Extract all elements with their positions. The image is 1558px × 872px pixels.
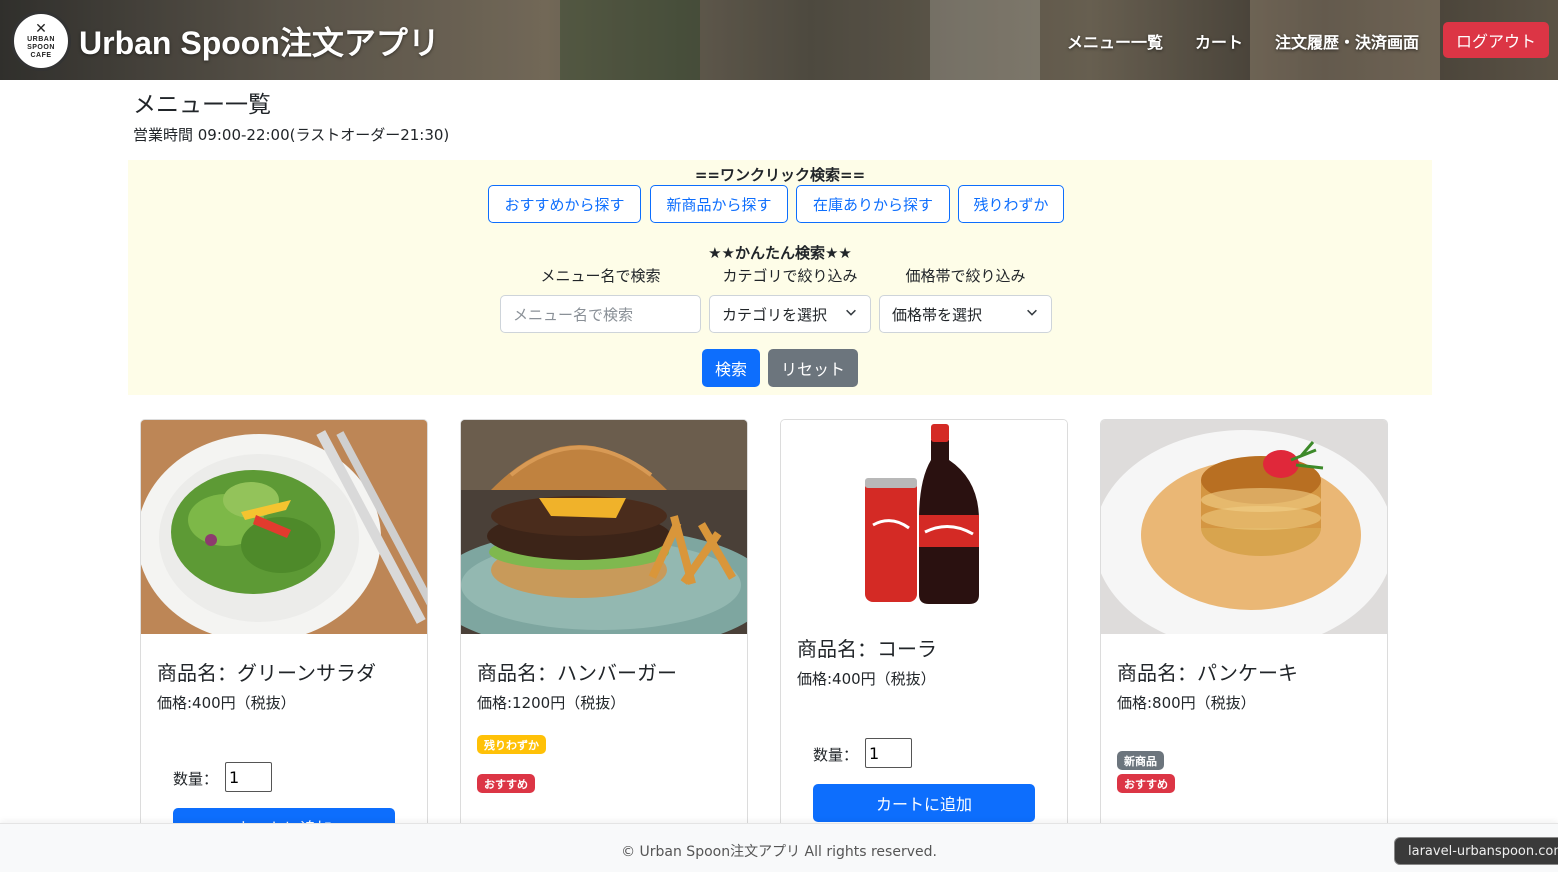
search-panel: ==ワンクリック検索== おすすめから探す 新商品から探す 在庫ありから探す 残… [128,160,1432,395]
product-card: 商品名：グリーンサラダ 価格:400円（税抜） 数量： 1 カートに追加 [140,419,428,849]
product-card: 商品名：コーラ 価格:400円（税抜） 数量： 1 カートに追加 [780,419,1068,849]
product-name: 商品名：グリーンサラダ [157,661,376,685]
nav-menu-list[interactable]: メニュー一覧 [1067,29,1163,53]
logo-text-line: CAFE [30,52,52,59]
product-price: 価格:400円（税抜） [157,694,296,712]
new-item-badge: 新商品 [1117,751,1164,770]
business-hours: 営業時間 09:00-22:00(ラストオーダー21:30) [133,126,450,144]
search-button[interactable]: 検索 [702,349,760,387]
product-card: 商品名：パンケーキ 価格:800円（税抜） 新商品 おすすめ [1100,419,1388,849]
category-filter-label: カテゴリで絞り込み [722,267,858,285]
page-footer: © Urban Spoon注文アプリ All rights reserved. [0,823,1558,872]
product-name: 商品名：パンケーキ [1117,661,1298,685]
quick-search-heading: ==ワンクリック検索== [694,166,866,184]
price-filter-label: 価格帯で絞り込み [905,267,1026,285]
logout-button[interactable]: ログアウト [1443,22,1549,58]
name-search-label: メニュー名で検索 [540,267,661,285]
product-price: 価格:800円（税抜） [1117,694,1256,712]
logo-text-line: SPOON [27,44,55,51]
product-name: 商品名：コーラ [797,637,937,661]
quantity-label: 数量： [173,770,219,788]
menu-name-search-input[interactable]: メニュー名で検索 [500,295,701,333]
header-photo-plants [560,0,700,80]
quick-search-new-button[interactable]: 新商品から探す [650,185,788,223]
quick-search-low-stock-button[interactable]: 残りわずか [958,185,1064,223]
nav-order-history[interactable]: 注文履歴・決済画面 [1275,29,1419,53]
app-title[interactable]: Urban Spoon注文アプリ [79,18,440,64]
quick-search-recommended-button[interactable]: おすすめから探す [488,185,641,223]
product-image-hamburger[interactable] [461,420,747,634]
product-image-pancake[interactable] [1101,420,1387,634]
app-header: ✕ URBAN SPOON CAFE Urban Spoon注文アプリ メニュー… [0,0,1558,80]
product-image-cola[interactable] [781,420,1067,610]
copyright-text: © Urban Spoon注文アプリ All rights reserved. [621,844,937,860]
quantity-input[interactable]: 1 [865,738,912,768]
category-select-value: カテゴリを選択 [722,305,828,324]
product-image-salad[interactable] [141,420,427,634]
chevron-down-icon [846,309,856,316]
category-select[interactable]: カテゴリを選択 [709,295,871,333]
price-range-select[interactable]: 価格帯を選択 [879,295,1052,333]
recommended-badge: おすすめ [477,774,535,793]
product-price: 価格:1200円（税抜） [477,694,626,712]
quantity-label: 数量： [813,746,859,764]
add-to-cart-button[interactable]: カートに追加 [813,784,1035,822]
product-name: 商品名：ハンバーガー [477,661,677,685]
product-card: 商品名：ハンバーガー 価格:1200円（税抜） 残りわずか おすすめ [460,419,748,849]
chevron-down-icon [1027,309,1037,316]
status-url-tooltip: laravel-urbanspoon.com [1394,837,1558,865]
price-range-select-value: 価格帯を選択 [892,305,983,324]
recommended-badge: おすすめ [1117,774,1175,793]
cafe-logo[interactable]: ✕ URBAN SPOON CAFE [11,11,71,71]
nav-cart[interactable]: カート [1195,29,1243,53]
low-stock-badge: 残りわずか [477,735,546,754]
reset-button[interactable]: リセット [768,349,858,387]
fork-knife-icon: ✕ [35,21,47,37]
page-title: メニュー一覧 [133,92,271,118]
product-price: 価格:400円（税抜） [797,670,936,688]
quantity-input[interactable]: 1 [225,762,272,792]
header-photo-window [930,0,1040,80]
easy-search-heading: ★★かんたん検索★★ [708,244,852,262]
logo-text-line: URBAN [27,36,55,43]
quick-search-in-stock-button[interactable]: 在庫ありから探す [796,185,950,223]
